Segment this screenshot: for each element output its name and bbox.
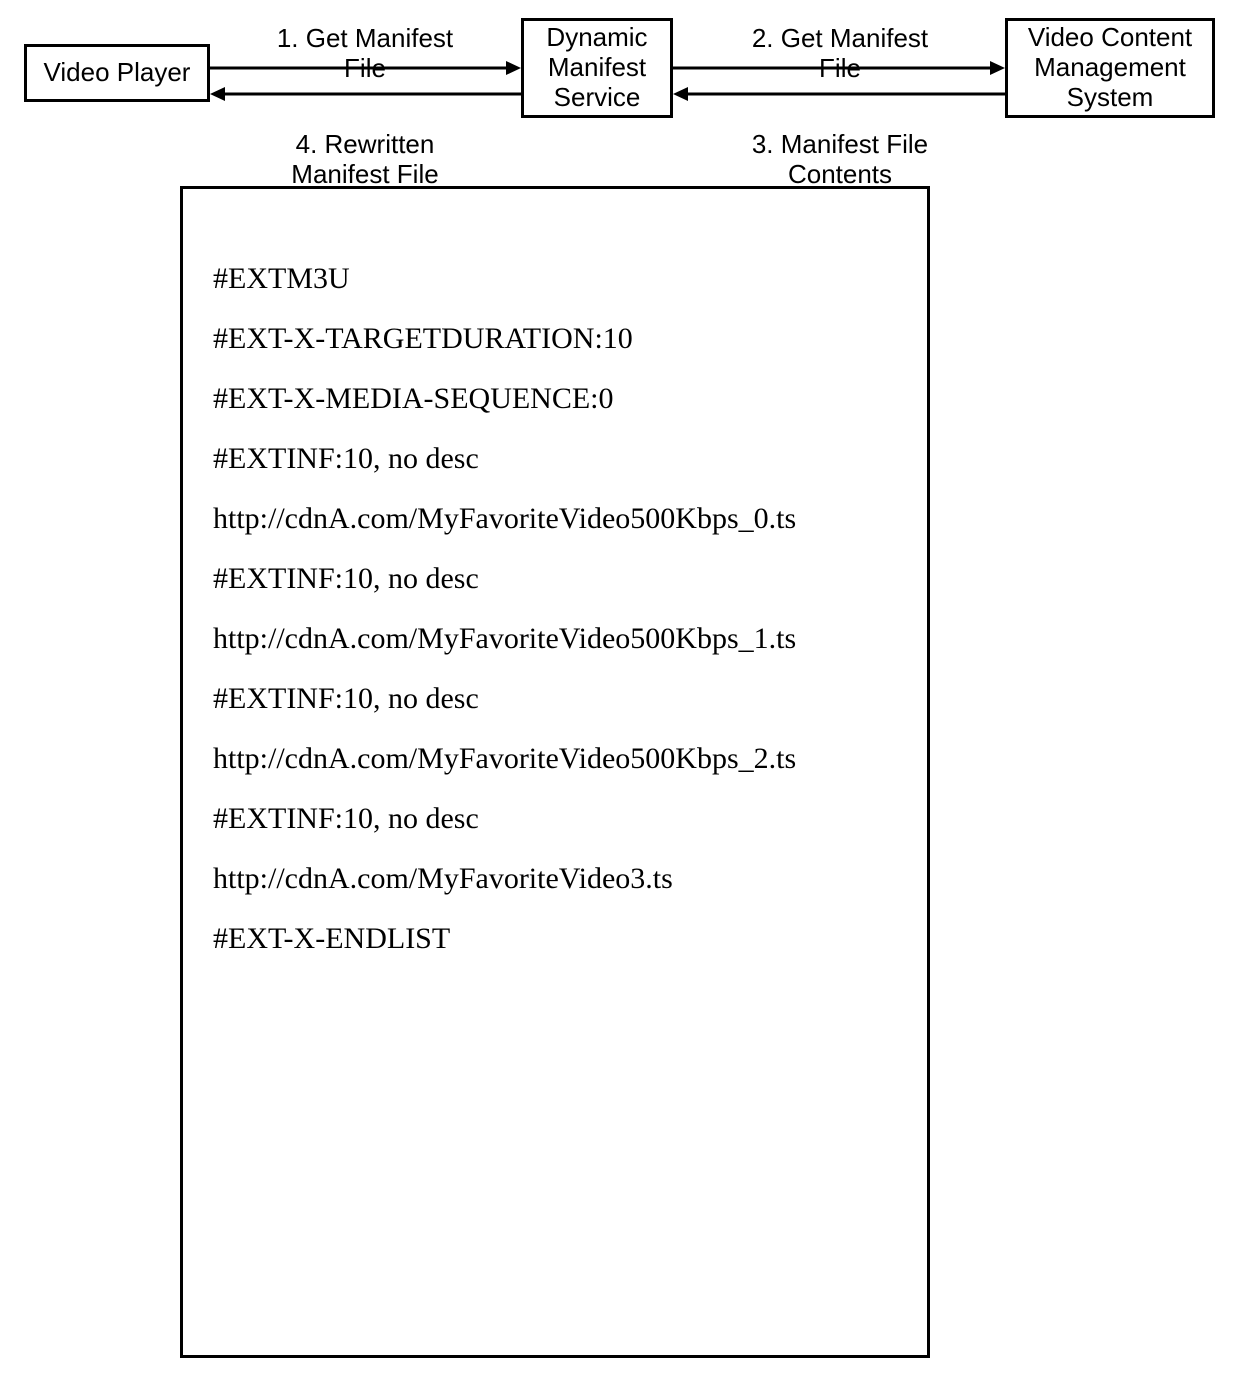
video-cms-box: Video Content Management System xyxy=(1005,18,1215,118)
video-player-box: Video Player xyxy=(24,44,210,102)
arrow-step1 xyxy=(210,58,521,78)
flow-label-step4-text: 4. Rewritten Manifest File xyxy=(291,129,438,189)
video-cms-label: Video Content Management System xyxy=(1028,23,1192,113)
flow-label-step3-text: 3. Manifest File Contents xyxy=(752,129,928,189)
dynamic-manifest-service-box: Dynamic Manifest Service xyxy=(521,18,673,118)
arrow-step2 xyxy=(673,58,1005,78)
video-player-label: Video Player xyxy=(44,58,191,88)
flow-label-step4: 4. Rewritten Manifest File xyxy=(210,100,520,190)
flow-label-step3: 3. Manifest File Contents xyxy=(690,100,990,190)
manifest-file-contents: #EXTM3U #EXT-X-TARGETDURATION:10 #EXT-X-… xyxy=(213,249,897,969)
manifest-file-box: #EXTM3U #EXT-X-TARGETDURATION:10 #EXT-X-… xyxy=(180,186,930,1358)
arrow-step4 xyxy=(210,84,521,104)
dynamic-manifest-service-label: Dynamic Manifest Service xyxy=(546,23,647,113)
arrow-step3 xyxy=(673,84,1005,104)
